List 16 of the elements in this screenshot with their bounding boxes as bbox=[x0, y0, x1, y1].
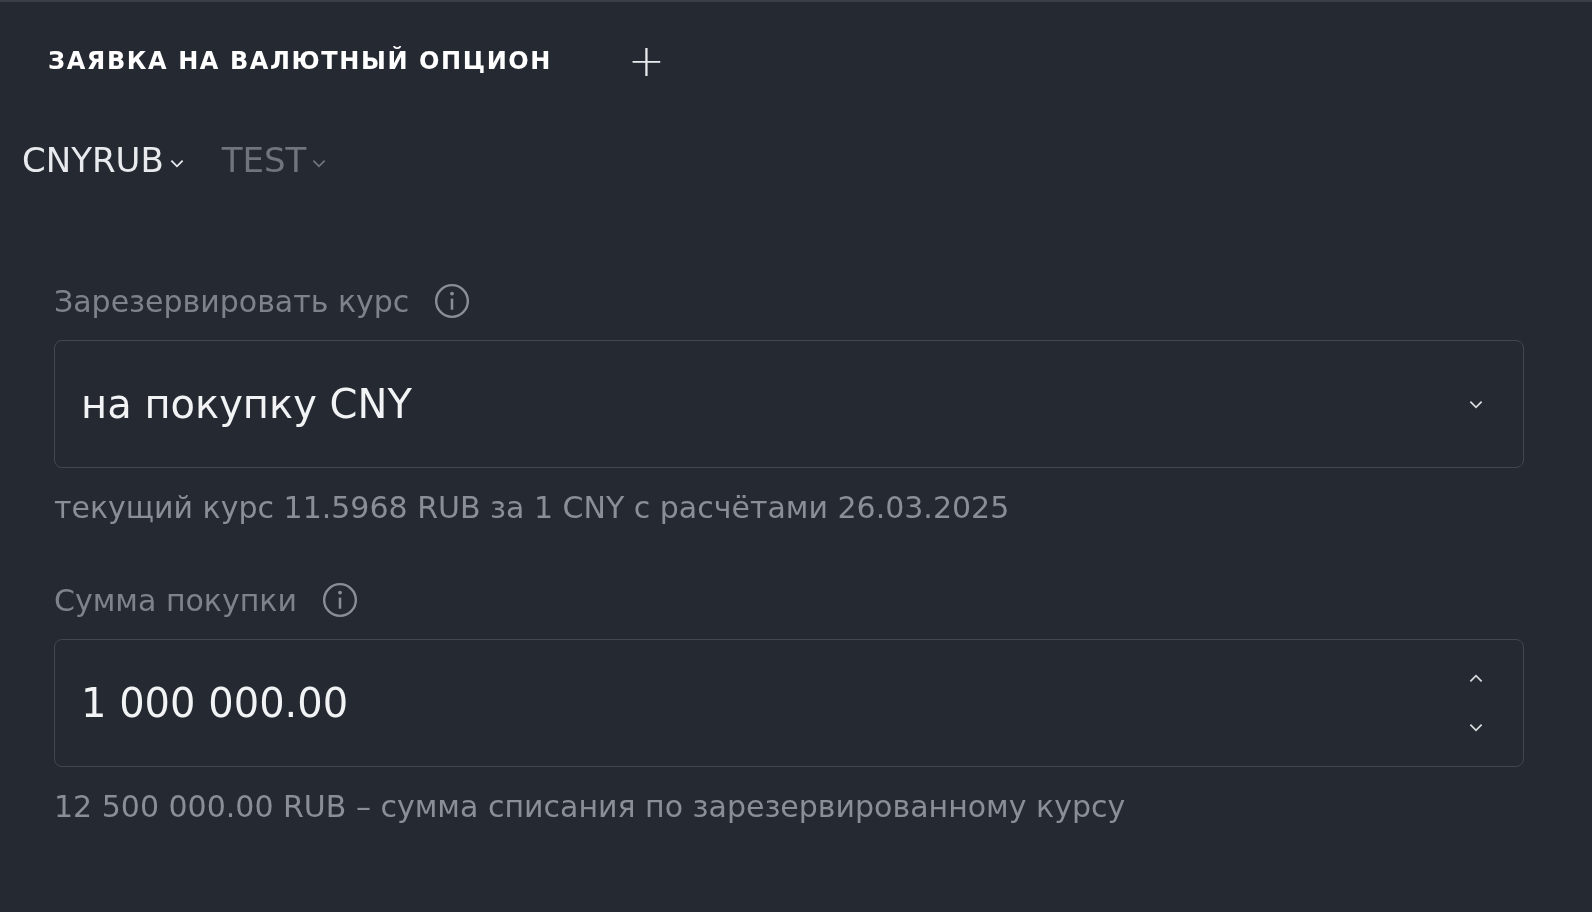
info-icon[interactable] bbox=[433, 282, 472, 320]
add-button[interactable]: + bbox=[628, 39, 665, 83]
increment-icon bbox=[1469, 674, 1483, 683]
chevron-down-icon bbox=[312, 158, 327, 168]
field-label: Зарезервировать курс bbox=[54, 283, 410, 319]
currency-pair-tab[interactable]: CNYRUB bbox=[22, 140, 184, 180]
field-hint: текущий курс 11.5968 RUB за 1 CNY с расчётами 26.03.2025 bbox=[54, 490, 1011, 525]
chevron-down-icon bbox=[169, 158, 184, 168]
field-label: Сумма покупки bbox=[54, 582, 297, 618]
amount-input[interactable]: 1 000 000.00 bbox=[54, 639, 1524, 767]
chevron-down-icon bbox=[1469, 399, 1483, 409]
field-hint: 12 500 000.00 RUB – сумма списания по зарезервированному курсу bbox=[54, 789, 1127, 824]
info-icon[interactable] bbox=[320, 581, 359, 619]
rate-select[interactable]: на покупку CNY bbox=[54, 340, 1524, 468]
form-title: ЗАЯВКА НА ВАЛЮТНЫЙ ОПЦИОН bbox=[48, 47, 553, 75]
decrement-icon bbox=[1469, 723, 1483, 732]
